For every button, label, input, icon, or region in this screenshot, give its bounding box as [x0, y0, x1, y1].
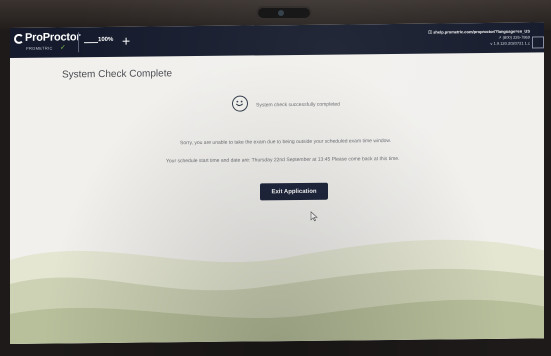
- webcam: [258, 8, 310, 18]
- app-logo: ProProctor PROMETRIC ✓: [14, 30, 80, 55]
- zoom-out-button[interactable]: —: [84, 33, 98, 49]
- mouse-cursor-icon: [310, 211, 318, 222]
- app-version: v 1.9.120.2020721 1.c: [490, 40, 530, 46]
- header-divider: [78, 32, 79, 53]
- window-control-button[interactable]: [532, 36, 544, 49]
- zoom-in-button[interactable]: +: [122, 33, 130, 49]
- support-info: ⓘ shelp.prometric.com/proproctor/?langua…: [428, 29, 530, 48]
- smiley-face-icon: [232, 95, 248, 112]
- webcam-lens: [278, 10, 284, 16]
- page-title: System Check Complete: [62, 68, 173, 81]
- zoom-level: 100%: [98, 36, 114, 44]
- checkmark-icon: ✓: [60, 44, 66, 52]
- brand-name: ProProctor: [25, 31, 81, 44]
- status-message: System check successfully completed: [256, 101, 340, 109]
- decorative-waves: [10, 239, 544, 344]
- app-header: ProProctor PROMETRIC ✓ — 100% + ⓘ shelp.…: [10, 22, 544, 58]
- time-window-error-message: Sorry, you are unable to take the exam d…: [180, 138, 392, 147]
- proproctor-logo-icon: [14, 33, 24, 44]
- schedule-info-message: Your schedule start time and date are: T…: [166, 155, 400, 165]
- app-window: ProProctor PROMETRIC ✓ — 100% + ⓘ shelp.…: [10, 22, 544, 344]
- brand-subtitle: PROMETRIC: [26, 45, 53, 51]
- exit-application-button[interactable]: Exit Application: [260, 182, 328, 201]
